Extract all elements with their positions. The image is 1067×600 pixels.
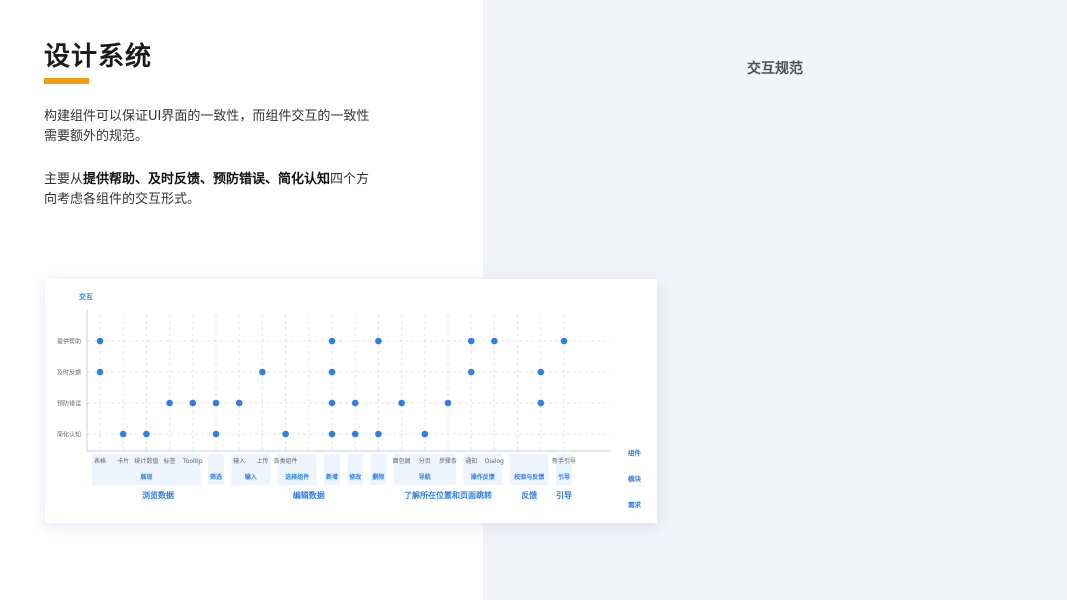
component-label: Tooltip	[182, 458, 203, 465]
component-label: 统计数值	[134, 457, 158, 465]
direction-keywords: 提供帮助、及时反馈、预防错误、简化认知	[83, 172, 331, 187]
module-label: 引导	[558, 473, 570, 481]
legend-module-label: 模块	[628, 474, 642, 483]
row-label: 及时反馈	[57, 369, 81, 377]
right-panel-title: 交互规范	[747, 61, 803, 77]
data-point	[235, 399, 243, 407]
requirement-label: 引导	[556, 490, 572, 500]
component-label: 新手引导	[552, 457, 576, 465]
data-point	[96, 368, 104, 376]
data-point	[328, 337, 336, 345]
module-label: 修改	[348, 473, 362, 481]
title-accent-bar	[44, 78, 89, 84]
component-label: 各类组件	[274, 457, 298, 465]
component-label: 通知	[465, 457, 477, 465]
row-label: 预防错误	[57, 400, 81, 408]
data-point	[189, 399, 197, 407]
data-point	[491, 337, 498, 345]
module-label: 筛选	[209, 473, 222, 481]
row-label: 提供帮助	[57, 338, 81, 346]
data-point	[328, 430, 336, 438]
module-label: 展现	[140, 473, 152, 481]
module-label: 选择组件	[285, 473, 309, 481]
data-point	[119, 430, 127, 438]
component-label: 分页	[419, 457, 431, 465]
page-title: 设计系统	[44, 42, 153, 72]
data-point	[166, 399, 173, 407]
legend-component-label: 组件	[628, 448, 642, 457]
data-point	[375, 337, 382, 345]
requirement-label: 浏览数据	[142, 490, 174, 500]
component-label: 卡片	[117, 457, 129, 465]
module-label: 导航	[419, 473, 431, 481]
data-point	[351, 399, 359, 407]
data-point	[444, 399, 452, 407]
data-point	[212, 430, 220, 438]
data-point	[259, 368, 266, 376]
row-label: 简化认知	[57, 431, 81, 439]
module-label: 新增	[326, 473, 338, 481]
interaction-matrix-chart: 交互提供帮助及时反馈预防错误简化认知表格 卡片 统计数值 标签 Tooltip 输入 上传各…	[57, 292, 642, 509]
data-point	[282, 430, 289, 438]
legend-requirement-label: 需求	[628, 500, 642, 509]
direction-paragraph: 主要从提供帮助、及时反馈、预防错误、简化认知四个方向考虑各组件的交互形式。	[44, 170, 374, 210]
requirement-label: 了解所在位置和页面跳转	[404, 490, 492, 500]
component-label: 步骤条	[439, 457, 457, 465]
data-point	[537, 399, 545, 407]
module-label: 输入	[245, 473, 257, 481]
component-label: 面包屑	[393, 457, 411, 465]
component-label: 输入	[233, 457, 245, 465]
data-point	[143, 430, 150, 438]
interaction-matrix-card: 交互提供帮助及时反馈预防错误简化认知表格 卡片 统计数值 标签 Tooltip 输入 上传各…	[45, 279, 657, 523]
data-point	[328, 368, 336, 376]
requirement-label: 反馈	[521, 490, 537, 500]
intro-paragraph: 构建组件可以保证UI界面的一致性，而组件交互的一致性需要额外的规范。	[44, 109, 370, 144]
module-label: 删除	[372, 473, 385, 481]
y-axis-title: 交互	[79, 292, 93, 301]
data-point	[537, 368, 545, 376]
data-point	[96, 337, 104, 345]
direction-prefix: 主要从	[44, 172, 84, 187]
component-label: 标签	[164, 457, 176, 465]
component-label: 上传	[256, 457, 268, 465]
data-point	[421, 430, 429, 438]
module-label: 校验与反馈	[514, 473, 544, 481]
component-label: Dialog	[485, 458, 504, 465]
component-label: 表格	[94, 457, 106, 465]
data-point	[351, 430, 359, 438]
data-point	[467, 337, 475, 345]
data-point	[212, 399, 220, 407]
module-label: 操作反馈	[471, 473, 495, 481]
data-point	[398, 399, 405, 407]
data-point	[467, 368, 475, 376]
requirement-label: 编辑数据	[293, 490, 325, 500]
data-point	[375, 430, 382, 438]
data-point	[560, 337, 568, 345]
data-point	[328, 399, 336, 407]
